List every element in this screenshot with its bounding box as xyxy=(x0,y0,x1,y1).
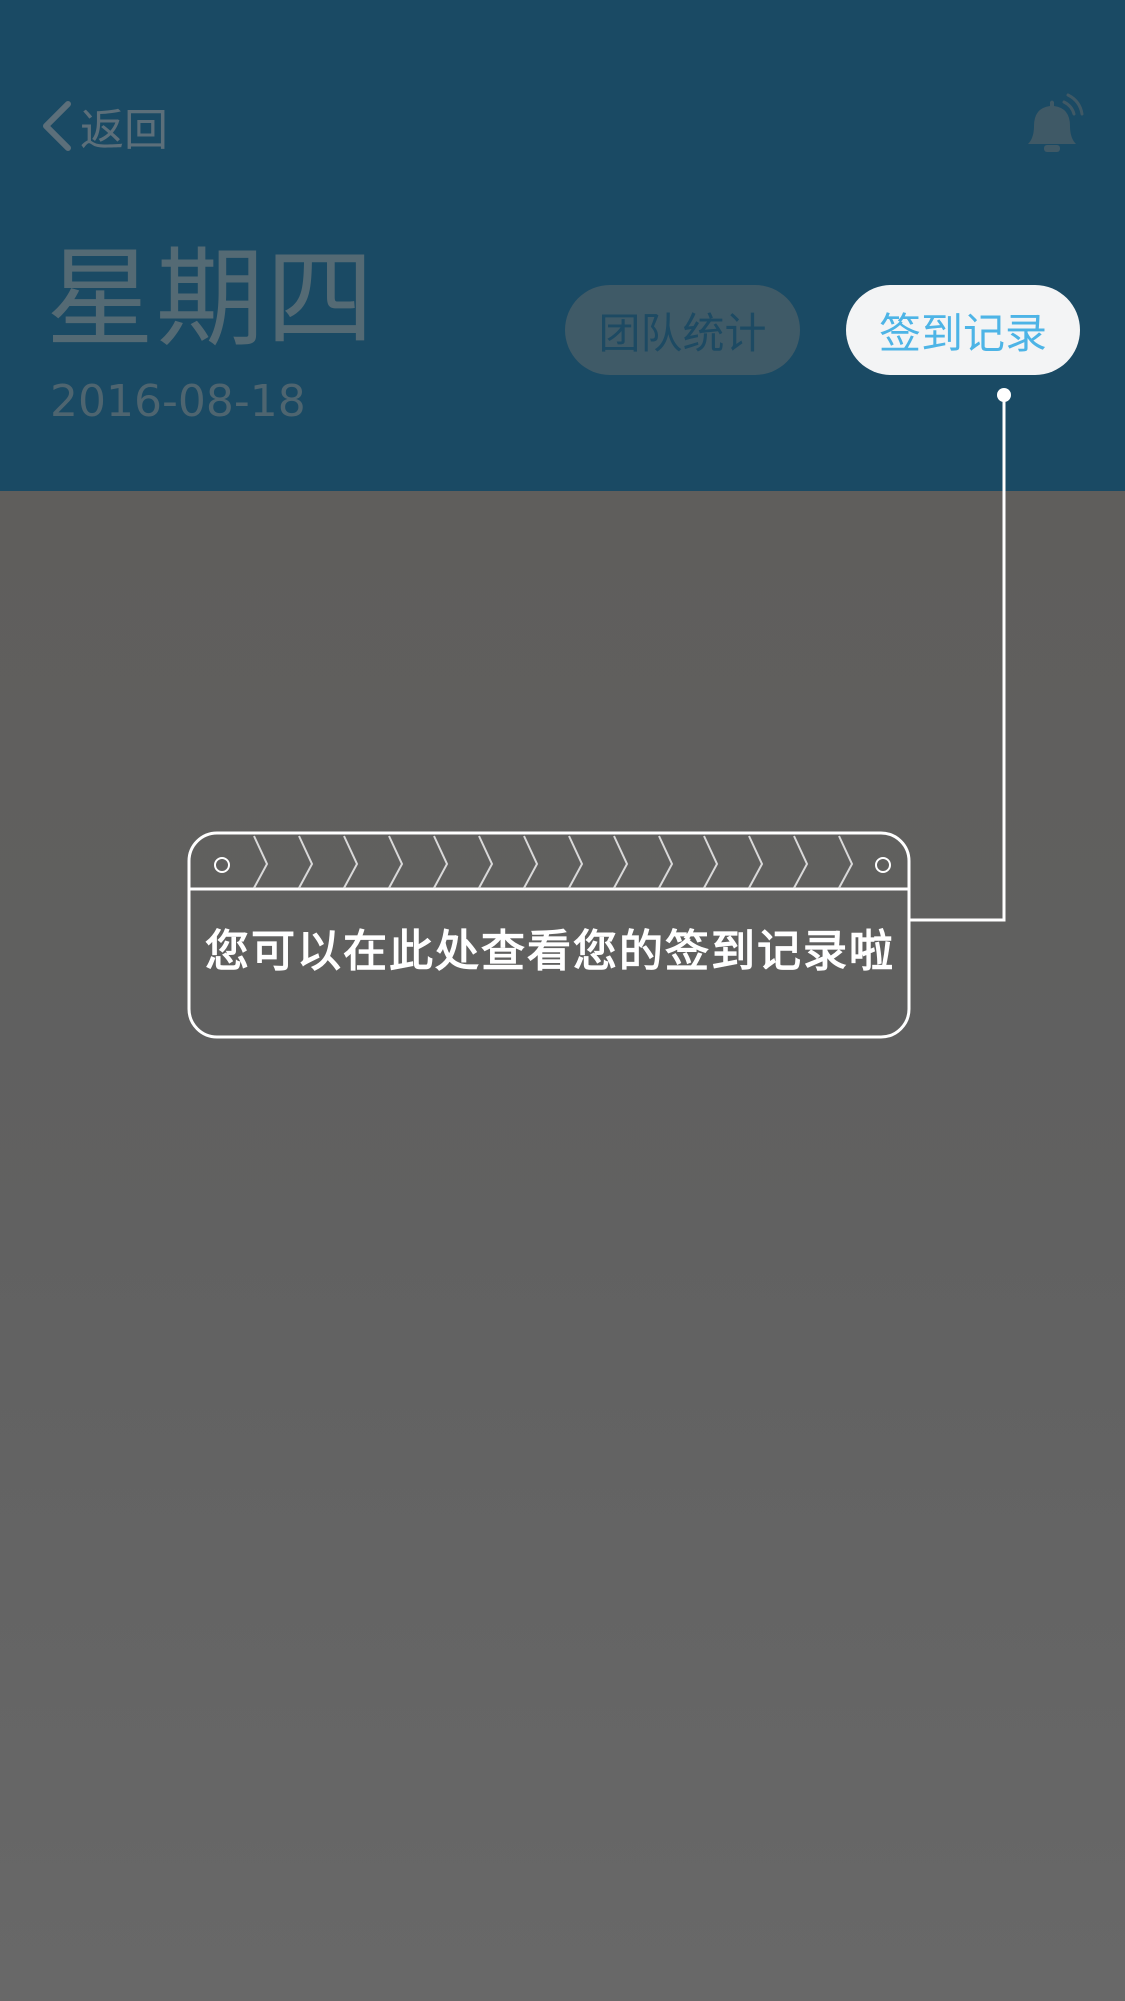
chevron-mark xyxy=(748,835,764,889)
chevron-mark xyxy=(838,835,854,889)
chevron-mark xyxy=(478,835,494,889)
chevron-mark xyxy=(793,835,809,889)
chevron-mark xyxy=(388,835,404,889)
chevron-mark xyxy=(523,835,539,889)
chevron-mark xyxy=(568,835,584,889)
chevron-mark xyxy=(298,835,314,889)
guide-overlay xyxy=(187,388,1011,1039)
tooltip-text: 您可以在此处查看您的签到记录啦 xyxy=(205,926,895,977)
chevron-mark xyxy=(658,835,674,889)
pointer-line xyxy=(910,395,1006,922)
rivet-right xyxy=(875,857,891,873)
chevron-mark xyxy=(433,835,449,889)
chevron-mark xyxy=(253,835,269,889)
chevron-mark xyxy=(613,835,629,889)
chevron-mark xyxy=(703,835,719,889)
rivet-left xyxy=(214,857,230,873)
chevron-mark xyxy=(343,835,359,889)
chevron-strip xyxy=(253,835,854,889)
